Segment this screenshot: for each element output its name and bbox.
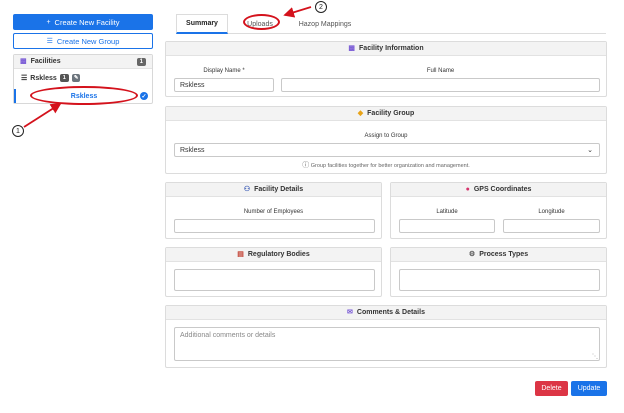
annotation-number-two: 2 xyxy=(315,1,327,13)
app-root: + Create New Facility ☰ Create New Group… xyxy=(0,0,624,413)
annotation-arrow-one xyxy=(23,103,62,128)
annotation-arrows xyxy=(23,6,312,128)
annotation-number-one: 1 xyxy=(12,125,24,137)
annotation-arrow-two xyxy=(283,6,312,18)
